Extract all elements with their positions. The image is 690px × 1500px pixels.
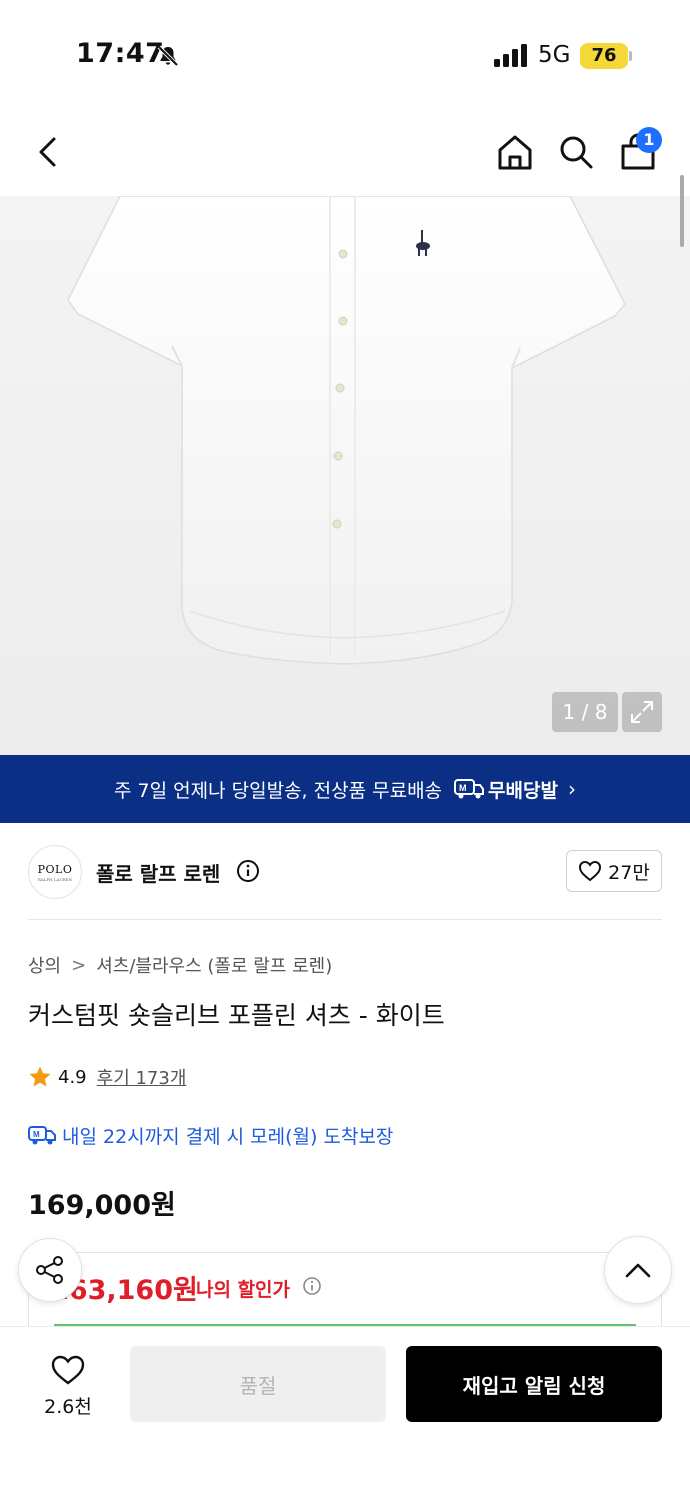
bottom-action-bar: 2.6천 품절 재입고 알림 신청 — [0, 1326, 690, 1500]
heart-icon — [51, 1355, 85, 1385]
banner-text: 주 7일 언제나 당일발송, 전상품 무료배송 — [114, 779, 443, 802]
image-counter: 1 / 8 — [552, 692, 618, 732]
wish-count: 2.6천 — [44, 1395, 92, 1418]
product-title: 커스텀핏 숏슬리브 포플린 셔츠 - 화이트 — [28, 1001, 445, 1030]
wish-button[interactable]: 2.6천 — [24, 1349, 112, 1423]
brand-row: POLO RALPH LAUREN 폴로 랄프 로렌 27만 — [28, 843, 662, 901]
original-price: 169,000원 — [28, 1190, 176, 1221]
divider — [28, 919, 662, 920]
search-icon — [560, 136, 593, 169]
brand-logo-text: POLO — [37, 862, 73, 876]
status-time: 17:47 — [76, 38, 165, 69]
chevron-right-icon: > — [71, 954, 87, 976]
review-count-link[interactable]: 후기 173개 — [97, 1064, 187, 1090]
arrival-text: 내일 22시까지 결제 시 모레(월) 도착보장 — [62, 1126, 394, 1148]
share-icon — [36, 1256, 63, 1284]
scroll-to-top-button[interactable] — [604, 1236, 672, 1304]
scrollbar-thumb[interactable] — [680, 175, 684, 247]
discount-label: 나의 할인가 — [196, 1279, 291, 1301]
home-icon — [498, 135, 532, 170]
soldout-button[interactable]: 품절 — [130, 1346, 386, 1422]
share-button[interactable] — [18, 1238, 82, 1302]
svg-text:M: M — [459, 783, 467, 793]
rating-row: 4.9 후기 173개 — [28, 1064, 186, 1090]
heart-icon — [579, 860, 602, 882]
breadcrumb: 상의 > 셔츠/블라우스 (폴로 랄프 로렌) — [28, 952, 332, 978]
breadcrumb-category[interactable]: 상의 — [28, 952, 61, 978]
brand-logo[interactable]: POLO RALPH LAUREN — [28, 845, 82, 899]
battery-tip — [629, 51, 632, 61]
back-arrow-icon — [39, 137, 56, 167]
expand-button[interactable] — [622, 692, 662, 732]
brand-like-count: 27만 — [608, 861, 650, 884]
info-icon[interactable] — [236, 859, 260, 883]
status-bar: 17:47 5G 76 — [0, 0, 690, 110]
banner-brand: M 무배당발 — [454, 776, 558, 803]
brand-logo-sub: RALPH LAUREN — [37, 876, 73, 882]
brand-name[interactable]: 폴로 랄프 로렌 — [96, 858, 220, 887]
product-image[interactable] — [0, 196, 690, 756]
bell-slash-icon — [157, 45, 179, 67]
back-button[interactable] — [26, 130, 70, 174]
top-nav — [0, 110, 690, 196]
search-button[interactable] — [554, 130, 598, 174]
network-label: 5G — [538, 42, 571, 68]
restock-alert-button[interactable]: 재입고 알림 신청 — [406, 1346, 662, 1422]
chevron-up-icon — [625, 1263, 651, 1278]
delivery-banner[interactable]: 주 7일 언제나 당일발송, 전상품 무료배송 M 무배당발 › — [0, 755, 690, 823]
truck-m-icon: M — [454, 779, 485, 799]
expand-arrows-icon — [631, 701, 653, 723]
svg-text:M: M — [33, 1130, 40, 1139]
banner-brand-label: 무배당발 — [488, 779, 558, 802]
battery-icon: 76 — [580, 43, 628, 69]
rating-value: 4.9 — [58, 1066, 87, 1088]
truck-icon: M — [28, 1125, 56, 1144]
cart-badge: 1 — [636, 127, 662, 153]
home-button[interactable] — [493, 130, 537, 174]
star-icon — [29, 1066, 51, 1087]
info-icon[interactable] — [302, 1276, 322, 1296]
arrival-guarantee: M 내일 22시까지 결제 시 모레(월) 도착보장 — [28, 1122, 393, 1149]
brand-like-button[interactable]: 27만 — [566, 850, 662, 892]
signal-bars-icon — [494, 44, 527, 67]
breadcrumb-subcategory[interactable]: 셔츠/블라우스 (폴로 랄프 로렌) — [96, 952, 332, 978]
chevron-right-icon: › — [567, 777, 576, 801]
shirt-image — [67, 196, 626, 665]
